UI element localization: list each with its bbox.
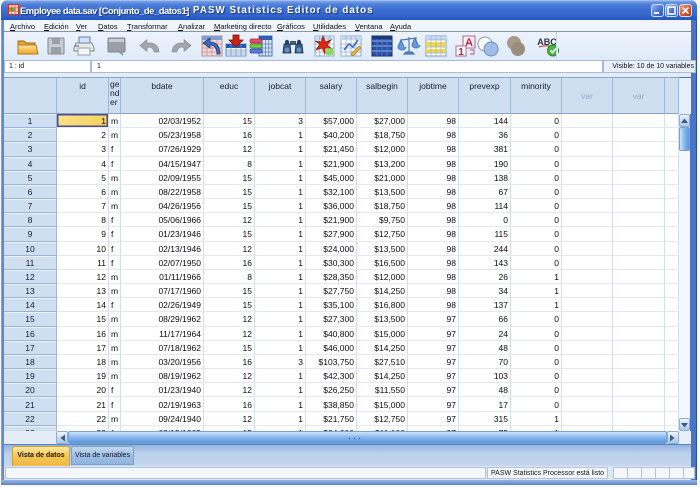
svg-text:1: 1: [458, 47, 464, 58]
